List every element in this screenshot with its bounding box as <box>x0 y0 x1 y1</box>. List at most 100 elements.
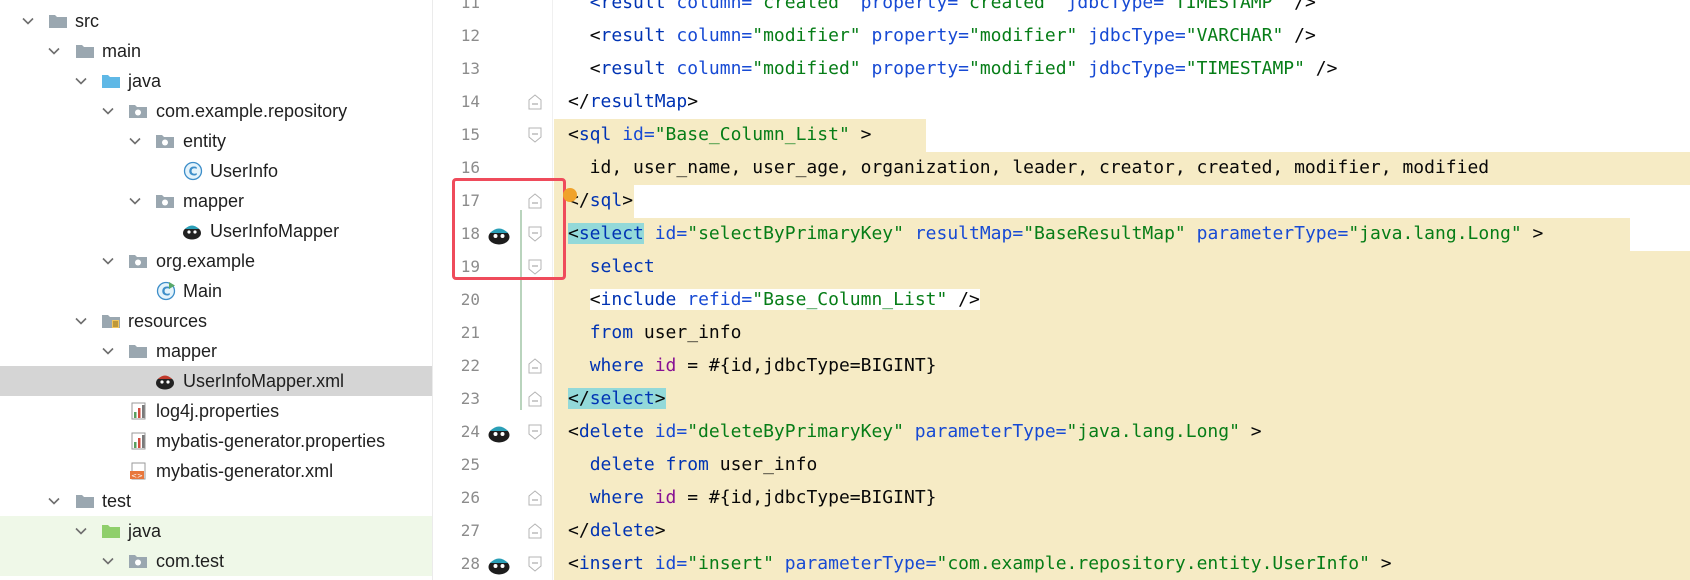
code-text[interactable]: </select> <box>568 388 666 410</box>
intention-bulb-icon[interactable] <box>563 188 577 202</box>
code-token: id= <box>622 124 655 145</box>
code-text[interactable]: <include refid="Base_Column_List" /> <box>568 289 980 311</box>
code-line[interactable]: 14 </resultMap> <box>434 86 1690 119</box>
code-text[interactable]: <insert id="insert" parameterType="com.e… <box>568 553 1392 575</box>
line-number: 12 <box>460 26 480 45</box>
code-text[interactable]: </sql> <box>568 190 633 212</box>
code-text[interactable]: delete from user_info <box>568 454 818 476</box>
tree-item-mapper-folder[interactable]: mapper <box>0 336 432 366</box>
package-icon <box>155 191 175 211</box>
tree-item-main[interactable]: main <box>0 36 432 66</box>
chevron-down-icon[interactable] <box>129 135 141 147</box>
code-line[interactable]: 17 </sql> <box>434 185 1690 218</box>
tree-item-org-example[interactable]: org.example <box>0 246 432 276</box>
code-text[interactable]: where id = #{id,jdbcType=BIGINT} <box>568 355 937 377</box>
fold-end-icon[interactable] <box>528 358 542 374</box>
fold-end-icon[interactable] <box>528 391 542 407</box>
code-text[interactable]: <delete id="deleteByPrimaryKey" paramete… <box>568 421 1262 443</box>
code-line[interactable]: 21 from user_info <box>434 317 1690 350</box>
code-line[interactable]: 27 </delete> <box>434 515 1690 548</box>
code-text[interactable]: </delete> <box>568 520 666 542</box>
code-token: > <box>1521 223 1544 244</box>
code-line[interactable]: 26 where id = #{id,jdbcType=BIGINT} <box>434 482 1690 515</box>
chevron-down-icon[interactable] <box>48 495 60 507</box>
tree-item-userinfomapper-xml[interactable]: UserInfoMapper.xml <box>0 366 432 396</box>
code-line[interactable]: 23 </select> <box>434 383 1690 416</box>
fold-start-icon[interactable] <box>528 127 542 143</box>
tree-item-test[interactable]: test <box>0 486 432 516</box>
fold-start-icon[interactable] <box>528 424 542 440</box>
code-line[interactable]: 28 <insert id="insert" parameterType="com… <box>434 548 1690 580</box>
code-line[interactable]: 13 <result column="modified" property="m… <box>434 53 1690 86</box>
tree-item-label: UserInfoMapper.xml <box>183 371 345 391</box>
code-text[interactable]: <result column="modifier" property="modi… <box>568 25 1316 47</box>
fold-end-icon[interactable] <box>528 94 542 110</box>
tree-item-label: mybatis-generator.xml <box>156 461 334 481</box>
code-text[interactable]: <select id="selectByPrimaryKey" resultMa… <box>568 223 1543 245</box>
chevron-down-icon[interactable] <box>102 255 114 267</box>
xml-file-icon: <> <box>129 461 149 481</box>
tree-item-mybatis-generator-xml[interactable]: <> mybatis-generator.xml <box>0 456 432 486</box>
tree-item-userinfo[interactable]: C UserInfo <box>0 156 432 186</box>
code-line[interactable]: 12 <result column="modifier" property="m… <box>434 20 1690 53</box>
code-line[interactable]: 11 <result column="created" property="cr… <box>434 0 1690 20</box>
chevron-down-icon[interactable] <box>48 45 60 57</box>
tree-item-log4j[interactable]: log4j.properties <box>0 396 432 426</box>
tree-item-test-java[interactable]: java <box>0 516 432 546</box>
code-line[interactable]: 24 <delete id="deleteByPrimaryKey" parame… <box>434 416 1690 449</box>
code-token: "VARCHAR" <box>1185 25 1284 46</box>
tree-item-java[interactable]: java <box>0 66 432 96</box>
tree-item-mybatis-generator-properties[interactable]: mybatis-generator.properties <box>0 426 432 456</box>
fold-end-icon[interactable] <box>528 490 542 506</box>
code-token: < <box>568 223 579 244</box>
code-token: delete from <box>589 454 709 475</box>
code-text[interactable]: <result column="created" property="creat… <box>568 0 1316 14</box>
code-line[interactable]: 22 where id = #{id,jdbcType=BIGINT} <box>434 350 1690 383</box>
code-editor[interactable]: 11 <result column="created" property="cr… <box>434 0 1690 580</box>
code-token: "modifier" <box>752 25 861 46</box>
code-line[interactable]: 18 <select id="selectByPrimaryKey" result… <box>434 218 1690 251</box>
chevron-down-icon[interactable] <box>75 525 87 537</box>
code-token: < <box>568 553 579 574</box>
tree-item-main-class[interactable]: C Main <box>0 276 432 306</box>
tree-item-com-test[interactable]: com.test <box>0 546 432 576</box>
chevron-down-icon[interactable] <box>22 15 34 27</box>
mybatis-navigation-icon[interactable] <box>486 420 512 446</box>
fold-end-icon[interactable] <box>528 523 542 539</box>
code-text[interactable]: id, user_name, user_age, organization, l… <box>568 157 1489 179</box>
chevron-down-icon[interactable] <box>102 555 114 567</box>
code-text[interactable]: </resultMap> <box>568 91 698 113</box>
tree-item-src[interactable]: src <box>0 6 432 36</box>
tree-item-resources[interactable]: resources <box>0 306 432 336</box>
chevron-down-icon[interactable] <box>75 315 87 327</box>
tree-item-userinfomapper[interactable]: UserInfoMapper <box>0 216 432 246</box>
tree-item-mapper[interactable]: mapper <box>0 186 432 216</box>
chevron-down-icon[interactable] <box>75 75 87 87</box>
code-line[interactable]: 25 delete from user_info <box>434 449 1690 482</box>
code-token: > <box>1239 421 1262 442</box>
code-text[interactable]: where id = #{id,jdbcType=BIGINT} <box>568 487 937 509</box>
code-line[interactable]: 19 select <box>434 251 1690 284</box>
code-token: user_info <box>708 454 818 475</box>
code-token: refid= <box>687 289 753 310</box>
tree-item-entity[interactable]: entity <box>0 126 432 156</box>
fold-start-icon[interactable] <box>528 556 542 572</box>
code-line[interactable]: 20 <include refid="Base_Column_List" /> <box>434 284 1690 317</box>
tree-item-label: main <box>102 41 142 61</box>
mybatis-navigation-icon[interactable] <box>486 552 512 578</box>
code-line[interactable]: 16 id, user_name, user_age, organization… <box>434 152 1690 185</box>
code-text[interactable]: <result column="modified" property="modi… <box>568 58 1338 80</box>
tree-item-package[interactable]: com.example.repository <box>0 96 432 126</box>
code-text[interactable]: select <box>568 256 655 278</box>
code-token: "BaseResultMap" <box>1023 223 1186 244</box>
chevron-down-icon[interactable] <box>102 345 114 357</box>
tree-item-label: entity <box>183 131 227 151</box>
chevron-down-icon[interactable] <box>129 195 141 207</box>
test-source-folder-icon <box>101 521 121 541</box>
code-line[interactable]: 15 <sql id="Base_Column_List" > <box>434 119 1690 152</box>
code-token: = #{id,jdbcType=BIGINT} <box>676 487 937 508</box>
code-text[interactable]: <sql id="Base_Column_List" > <box>568 124 871 146</box>
chevron-down-icon[interactable] <box>102 105 114 117</box>
code-text[interactable]: from user_info <box>568 322 742 344</box>
